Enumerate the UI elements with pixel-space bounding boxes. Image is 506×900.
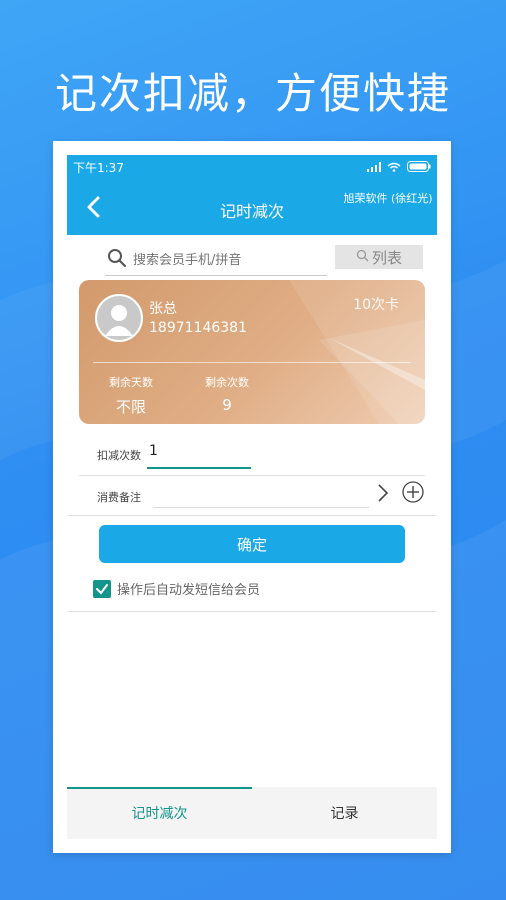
signal-icon (367, 161, 381, 175)
divider (67, 611, 437, 612)
card-divider (93, 362, 411, 363)
tab-records[interactable]: 记录 (252, 787, 437, 839)
remaining-days-value: 不限 (115, 398, 146, 416)
app-bar: 记时减次 旭荣软件 (徐红光) (67, 180, 437, 235)
list-button-label: 列表 (371, 248, 402, 267)
status-time: 下午1:37 (73, 161, 124, 175)
member-name: 张总 (149, 301, 177, 317)
note-row: 消费备注 (67, 477, 437, 517)
battery-icon (407, 160, 431, 175)
sms-option[interactable]: 操作后自动发短信给会员 (93, 579, 260, 598)
wifi-icon (387, 161, 401, 175)
search-row: 列表 (67, 235, 437, 285)
sms-checkbox[interactable] (93, 579, 111, 598)
remaining-times-value: 9 (222, 396, 232, 414)
deduct-label: 扣减次数 (97, 449, 141, 462)
add-circle-icon[interactable] (402, 481, 424, 507)
note-label: 消费备注 (97, 491, 141, 504)
chevron-right-icon[interactable] (377, 483, 389, 507)
confirm-button[interactable]: 确定 (99, 525, 405, 563)
avatar (95, 294, 143, 342)
divider (79, 475, 425, 476)
search-box (105, 245, 327, 276)
divider (67, 515, 437, 516)
search-input[interactable] (131, 251, 315, 269)
bottom-tab-bar: 记时减次 记录 (67, 787, 437, 839)
status-bar: 下午1:37 (67, 155, 437, 180)
list-button[interactable]: 列表 (335, 245, 423, 269)
remaining-times: 剩余次数 9 (187, 374, 267, 414)
deduct-input[interactable]: 1 (149, 443, 158, 459)
deduct-row: 扣减次数 1 (67, 435, 437, 476)
store-name[interactable]: 旭荣软件 (徐红光) (343, 192, 433, 206)
member-phone: 18971146381 (149, 320, 247, 336)
app-screen: 下午1:37 记时减次 旭荣软件 (徐红光) 搜索会员手机/拼音 列表 张总 1… (67, 155, 437, 839)
card-type: 10次卡 (353, 297, 399, 313)
phone-frame: 下午1:37 记时减次 旭荣软件 (徐红光) 搜索会员手机/拼音 列表 张总 1… (53, 141, 451, 853)
deduct-underline (147, 467, 251, 469)
sms-label: 操作后自动发短信给会员 (117, 583, 261, 598)
check-icon (96, 583, 108, 595)
tab-deduct[interactable]: 记时减次 (67, 787, 252, 839)
search-small-icon (356, 248, 369, 266)
headline: 记次扣减，方便快捷 (54, 69, 451, 118)
remaining-days: 剩余天数 不限 (91, 374, 171, 417)
remaining-times-label: 剩余次数 (205, 376, 249, 389)
note-input[interactable] (153, 485, 369, 508)
member-card[interactable]: 张总 18971146381 10次卡 剩余天数 不限 剩余次数 9 (79, 280, 425, 424)
search-icon (105, 248, 127, 272)
remaining-days-label: 剩余天数 (109, 376, 153, 389)
